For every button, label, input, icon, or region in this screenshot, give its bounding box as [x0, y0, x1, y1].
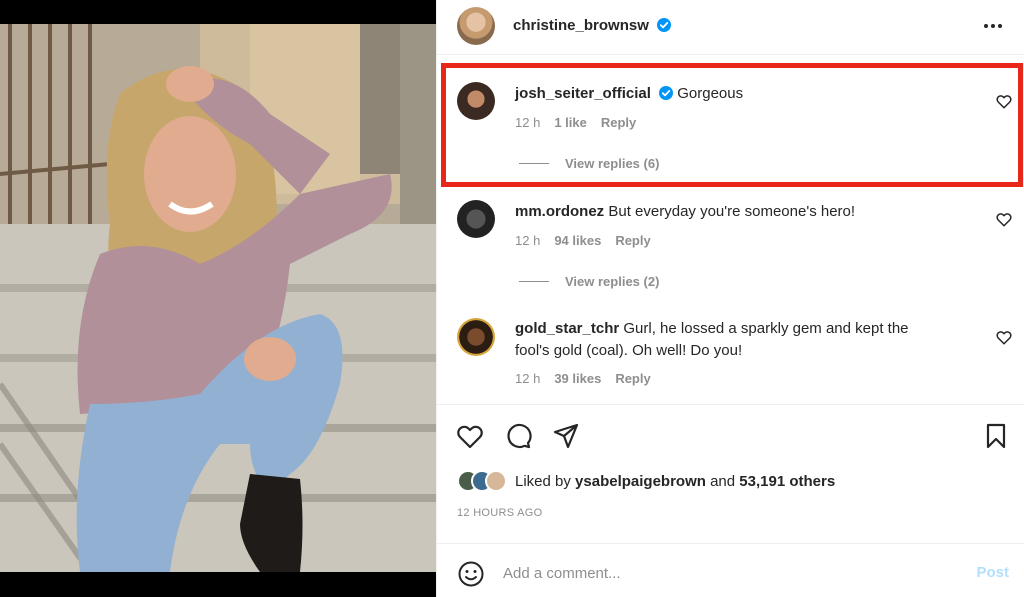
comment-body: But everyday you're someone's hero!: [608, 203, 856, 220]
commenter-username[interactable]: mm.ordonez: [515, 203, 604, 220]
author-name-row: christine_brownsw: [513, 17, 672, 35]
comment-likes[interactable]: 94 likes: [554, 233, 601, 248]
reply-button[interactable]: Reply: [615, 371, 650, 386]
comment-item: mm.ordonez But everyday you're someone's…: [437, 190, 1024, 302]
verified-badge-icon: [657, 18, 672, 32]
comment-icon[interactable]: [503, 421, 533, 451]
comment-text: josh_seiter_official Gorgeous: [515, 83, 975, 105]
comment-text: gold_star_tchr Gurl, he lossed a sparkly…: [515, 318, 945, 362]
view-replies-label: View replies (2): [565, 274, 660, 289]
comment-item: gold_star_tchr Gurl, he lossed a sparkly…: [437, 308, 1024, 400]
comment-likes[interactable]: 1 like: [554, 115, 587, 130]
post-comment-button[interactable]: Post: [976, 564, 1009, 581]
liker-avatar[interactable]: [485, 470, 507, 492]
heart-icon[interactable]: [995, 210, 1013, 228]
commenter-username[interactable]: gold_star_tchr: [515, 320, 619, 337]
reply-button[interactable]: Reply: [601, 115, 636, 130]
divider-line: [519, 281, 549, 282]
photo-illustration: [0, 24, 436, 572]
add-comment-bar: Post: [437, 543, 1024, 597]
commenter-avatar[interactable]: [457, 82, 495, 120]
comment-time[interactable]: 12 h: [515, 233, 540, 248]
reply-button[interactable]: Reply: [615, 233, 650, 248]
comment-input[interactable]: [503, 560, 943, 586]
liked-by-summary: Liked by ysabelpaigebrown and 53,191 oth…: [457, 470, 835, 492]
share-icon[interactable]: [551, 421, 581, 451]
comment-meta: 12 h 1 like Reply: [515, 115, 650, 130]
comment-likes[interactable]: 39 likes: [554, 371, 601, 386]
post-photo-panel: [0, 0, 436, 597]
view-replies-button[interactable]: View replies (2): [519, 274, 659, 289]
comment-item: josh_seiter_official Gorgeous 12 h 1 like…: [437, 72, 1024, 190]
more-horizontal-icon[interactable]: [981, 16, 1005, 36]
comment-body: Gorgeous: [677, 85, 744, 102]
commenter-username[interactable]: josh_seiter_official: [515, 85, 651, 102]
divider-line: [519, 163, 549, 164]
emoji-icon[interactable]: [457, 560, 485, 588]
view-replies-label: View replies (6): [565, 156, 660, 171]
heart-icon[interactable]: [995, 328, 1013, 346]
post-actions-bar: [437, 404, 1024, 464]
bookmark-icon[interactable]: [981, 421, 1011, 451]
liked-by-prefix: Liked by: [515, 472, 571, 490]
likes-count-link[interactable]: 53,191 others: [739, 473, 835, 490]
commenter-avatar[interactable]: [457, 200, 495, 238]
liked-by-text: Liked by ysabelpaigebrown and 53,191 oth…: [515, 473, 835, 490]
comment-time[interactable]: 12 h: [515, 371, 540, 386]
heart-icon[interactable]: [455, 421, 485, 451]
post-photo: [0, 24, 436, 572]
author-username[interactable]: christine_brownsw: [513, 17, 649, 34]
post-header: christine_brownsw: [437, 0, 1024, 55]
author-avatar[interactable]: [457, 7, 495, 45]
comment-text: mm.ordonez But everyday you're someone's…: [515, 201, 975, 223]
commenter-avatar[interactable]: [457, 318, 495, 356]
post-sidebar: christine_brownsw josh_seiter_official G…: [436, 0, 1024, 597]
comment-meta: 12 h 39 likes Reply: [515, 371, 665, 386]
heart-icon[interactable]: [995, 92, 1013, 110]
view-replies-button[interactable]: View replies (6): [519, 156, 659, 171]
liked-by-user-link[interactable]: ysabelpaigebrown: [575, 473, 706, 490]
post-timestamp[interactable]: 12 HOURS AGO: [457, 507, 543, 519]
verified-badge-icon: [659, 86, 674, 100]
comment-meta: 12 h 94 likes Reply: [515, 233, 665, 248]
liked-by-conjunction: and: [710, 472, 736, 490]
comment-time[interactable]: 12 h: [515, 115, 540, 130]
